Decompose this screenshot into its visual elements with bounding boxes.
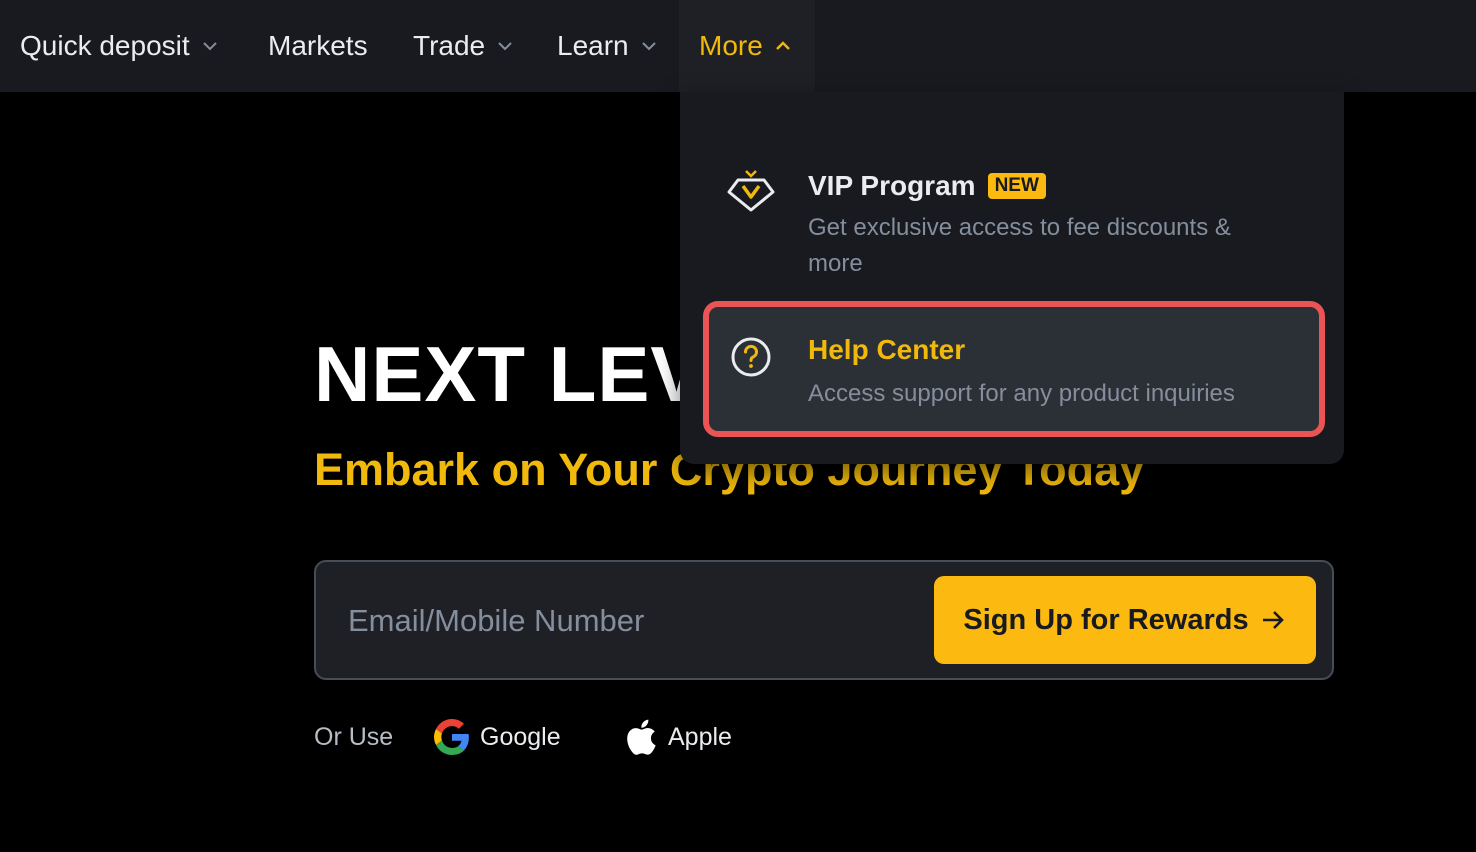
apple-login-label: Apple	[668, 722, 732, 751]
top-navigation: Quick deposit Markets Trade Learn More	[0, 0, 1476, 92]
nav-more-label: More	[699, 30, 763, 61]
google-login-button[interactable]: Google	[434, 714, 561, 760]
hero-title: NEXT LEV	[314, 330, 704, 418]
chevron-down-icon	[202, 42, 217, 51]
help-center-title: Help Center	[808, 334, 966, 365]
google-icon	[434, 719, 469, 755]
vip-program-title: VIP Program NEW	[808, 170, 1046, 202]
sign-up-button-label: Sign Up for Rewards	[963, 603, 1249, 636]
vip-program-title-label: VIP Program	[808, 170, 976, 201]
chevron-down-icon	[641, 42, 656, 51]
nav-markets-label: Markets	[268, 30, 368, 61]
more-dropdown-menu: VIP Program NEW Get exclusive access to …	[680, 92, 1344, 464]
help-center-description: Access support for any product inquiries	[808, 380, 1235, 407]
chevron-up-icon	[775, 41, 790, 50]
menu-item-vip-program[interactable]: VIP Program NEW Get exclusive access to …	[708, 156, 1320, 286]
nav-learn-label: Learn	[557, 30, 629, 61]
nav-quick-deposit[interactable]: Quick deposit	[20, 0, 220, 92]
google-login-label: Google	[480, 722, 561, 751]
question-circle-icon	[731, 337, 771, 377]
menu-item-help-center[interactable]: Help Center Access support for any produ…	[703, 301, 1325, 437]
nav-trade-label: Trade	[413, 30, 486, 61]
nav-markets[interactable]: Markets	[268, 0, 368, 92]
email-mobile-input[interactable]	[336, 582, 916, 660]
nav-quick-deposit-label: Quick deposit	[20, 30, 190, 61]
nav-trade[interactable]: Trade	[413, 0, 515, 92]
sign-up-button[interactable]: Sign Up for Rewards	[934, 576, 1316, 664]
or-use-label: Or Use	[314, 723, 394, 751]
nav-more[interactable]: More	[679, 0, 815, 92]
new-badge: NEW	[987, 173, 1046, 199]
apple-icon	[627, 719, 656, 755]
chevron-down-icon	[498, 42, 512, 51]
vip-program-description: Get exclusive access to fee discounts & …	[808, 214, 1231, 277]
arrow-right-icon	[1262, 611, 1284, 629]
signup-form: Sign Up for Rewards	[314, 560, 1334, 680]
vip-diamond-icon	[727, 170, 775, 212]
apple-login-button[interactable]: Apple	[622, 714, 732, 760]
nav-learn[interactable]: Learn	[557, 0, 659, 92]
